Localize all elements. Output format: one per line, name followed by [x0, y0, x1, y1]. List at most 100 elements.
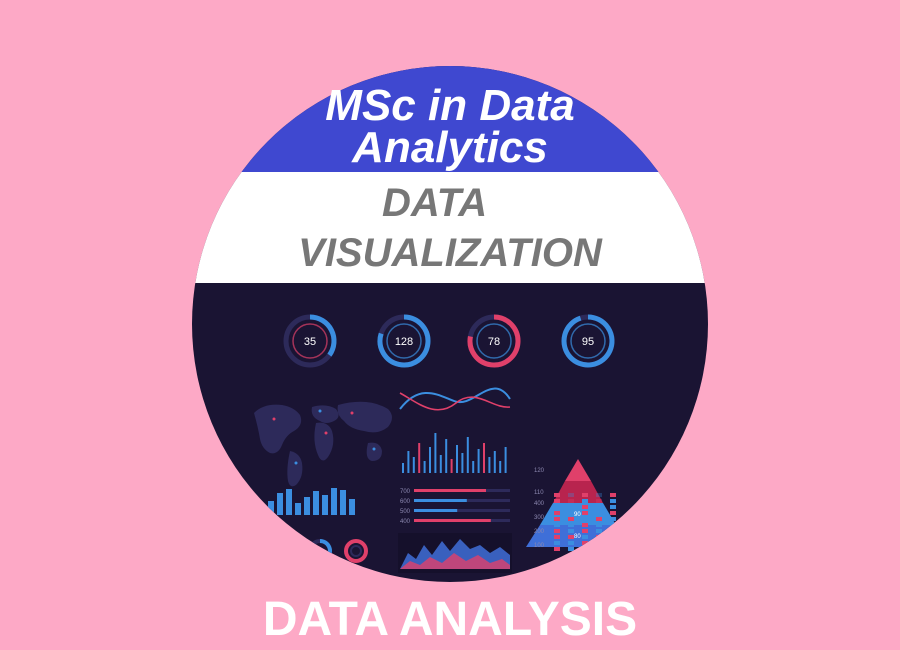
- bar: [331, 488, 337, 515]
- pyramid-label: 110: [534, 490, 544, 496]
- hbar-fill: [414, 519, 491, 522]
- column-segment: [596, 493, 602, 497]
- column-segment: [596, 499, 602, 503]
- column-segment: [596, 505, 602, 509]
- column-segment: [554, 547, 560, 551]
- column-segment: [568, 529, 574, 533]
- column-segment: [596, 535, 602, 539]
- column-segment: [582, 517, 588, 521]
- column-segment: [610, 505, 616, 509]
- column-segment: [582, 547, 588, 551]
- column-segment: [568, 547, 574, 551]
- title-line-1: MSc in Data: [325, 81, 575, 130]
- column-segment: [610, 523, 616, 527]
- bar: [295, 503, 301, 515]
- column-segment: [582, 529, 588, 533]
- hbar-fill: [414, 509, 458, 512]
- column-segment: [610, 499, 616, 503]
- bar: [304, 497, 310, 515]
- thin-bar: [483, 443, 485, 473]
- column-segment: [568, 541, 574, 545]
- thin-bar: [450, 459, 453, 473]
- column-segment: [554, 529, 560, 533]
- bar: [313, 491, 319, 515]
- column-segment: [596, 517, 602, 521]
- footer-title: DATA ANALYSIS: [262, 593, 638, 646]
- thin-bar: [499, 461, 502, 473]
- thin-bar: [429, 447, 431, 473]
- column-segment: [610, 493, 616, 497]
- column-segment: [568, 511, 574, 515]
- thin-bar-chart: [402, 433, 507, 473]
- thin-bar: [466, 437, 469, 473]
- bar: [268, 501, 274, 515]
- bar-chart: [268, 488, 355, 515]
- gauge-row: 35 128 78 95: [283, 314, 615, 368]
- bar: [349, 499, 355, 515]
- thin-bar: [461, 453, 464, 473]
- column-segment: [596, 541, 602, 545]
- thin-bar: [439, 455, 442, 473]
- gauge-value: 35: [304, 336, 316, 348]
- column-label: 100: [534, 543, 545, 549]
- column-segment: [582, 541, 588, 545]
- column-segment: [610, 547, 616, 551]
- column-segment: [582, 523, 588, 527]
- bar: [322, 495, 328, 515]
- column-segment: [596, 529, 602, 533]
- column-segment: [610, 517, 616, 521]
- pyramid-label: 120: [534, 468, 545, 474]
- column-segment: [610, 511, 616, 515]
- thin-bar: [434, 433, 437, 473]
- gauge-value: 128: [395, 336, 413, 348]
- thin-bar: [445, 439, 448, 473]
- thin-bar: [456, 445, 458, 473]
- column-segment: [568, 505, 574, 509]
- thin-bar: [423, 461, 426, 473]
- column-segment: [582, 505, 588, 509]
- thin-bar: [412, 457, 415, 473]
- hbar-label: 500: [400, 509, 411, 515]
- thin-bar: [477, 449, 480, 473]
- dashboard-illustration: 35 128 78 95 120 110 90 80 700 600 500 4…: [254, 314, 630, 573]
- hbar-label: 400: [400, 519, 411, 525]
- column-segment: [596, 511, 602, 515]
- donut-charts: [308, 539, 368, 563]
- subtitle-line-1: DATA: [382, 181, 488, 225]
- column-segment: [554, 505, 560, 509]
- column-segment: [596, 547, 602, 551]
- column-segment: [582, 499, 588, 503]
- hbar-label: 600: [400, 499, 411, 505]
- column-segment: [610, 529, 616, 533]
- column-segment: [582, 511, 588, 515]
- column-segment: [568, 523, 574, 527]
- pyramid-label: 90: [574, 512, 581, 518]
- column-segment: [554, 499, 560, 503]
- column-segment: [568, 493, 574, 497]
- bar: [286, 489, 292, 515]
- wave-line-chart: [399, 387, 511, 411]
- column-segment: [610, 535, 616, 539]
- column-segment: [610, 541, 616, 545]
- column-segment: [596, 523, 602, 527]
- column-segment: [554, 511, 560, 515]
- bar: [340, 490, 346, 515]
- hbar-label: 700: [400, 489, 411, 495]
- column-label: 200: [534, 529, 545, 535]
- gauge-value: 95: [582, 336, 594, 348]
- column-segment: [554, 523, 560, 527]
- column-segment: [554, 517, 560, 521]
- horizontal-bar-chart: 700 600 500 400: [400, 489, 510, 525]
- thin-bar: [488, 457, 491, 473]
- hbar-fill: [414, 499, 467, 502]
- thin-bar: [472, 461, 475, 473]
- column-label: 400: [534, 501, 545, 507]
- thin-bar: [504, 447, 507, 473]
- area-chart: [398, 533, 512, 573]
- column-segment: [554, 493, 560, 497]
- pyramid-label: 80: [574, 534, 581, 540]
- column-label: 300: [534, 515, 545, 521]
- column-segment: [582, 493, 588, 497]
- bar: [277, 493, 283, 515]
- title-line-2: Analytics: [352, 123, 548, 172]
